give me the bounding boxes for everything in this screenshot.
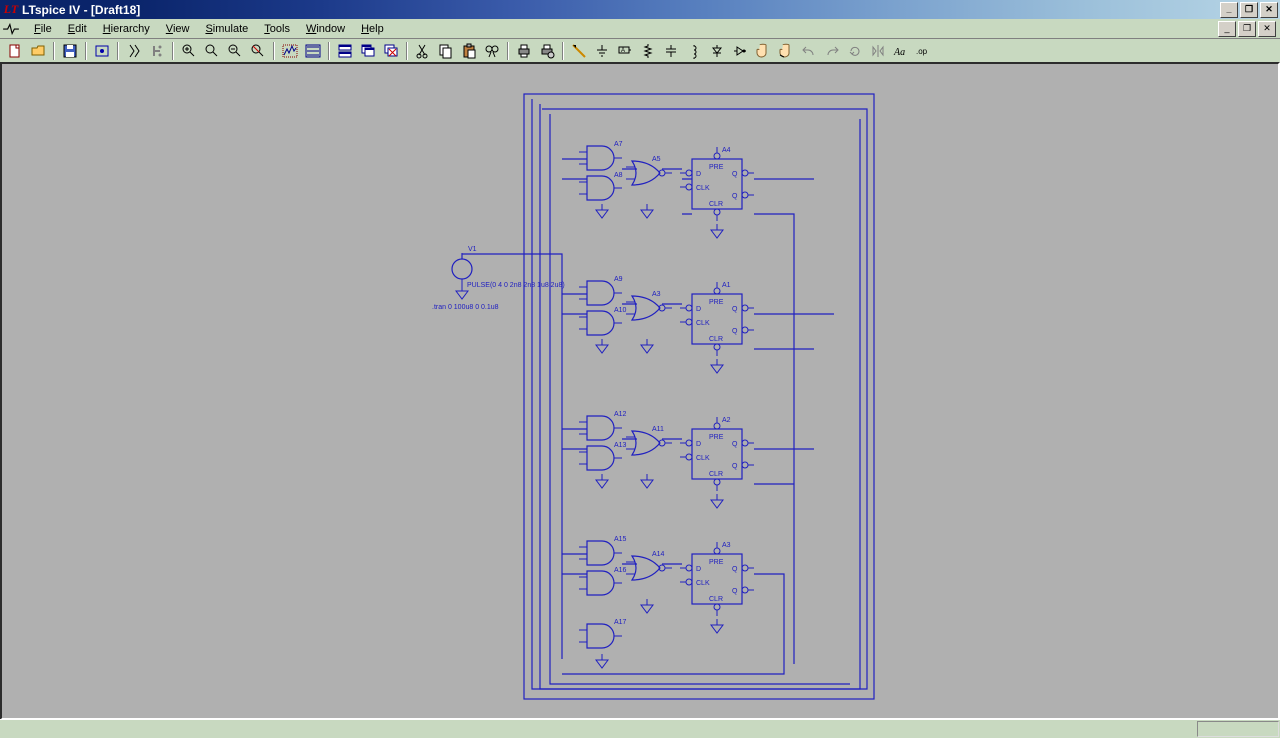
spice-directive-icon[interactable]: .op (913, 40, 935, 62)
redo-icon[interactable] (821, 40, 843, 62)
ref-a17: A17 (614, 619, 626, 626)
ref-a9: A9 (614, 276, 623, 283)
schematic-icon (2, 21, 20, 37)
tile-icon[interactable] (334, 40, 356, 62)
diode-icon[interactable] (706, 40, 728, 62)
ref-a16: A16 (614, 567, 626, 574)
ground-icon[interactable] (591, 40, 613, 62)
minimize-button[interactable]: _ (1220, 2, 1238, 18)
schematic-canvas[interactable]: D CLK Q Q PRE CLR (0, 62, 1280, 720)
paste-icon[interactable] (458, 40, 480, 62)
undo-icon[interactable] (798, 40, 820, 62)
component-icon[interactable] (729, 40, 751, 62)
ref-a10: A10 (614, 307, 626, 314)
print-icon[interactable] (513, 40, 535, 62)
schematic-drawing: D CLK Q Q PRE CLR (2, 64, 1278, 706)
ref-a4: A4 (722, 147, 731, 154)
menu-hierarchy[interactable]: Hierarchy (95, 21, 158, 37)
text-icon[interactable]: Aa (890, 40, 912, 62)
ref-a8: A8 (614, 172, 623, 179)
ref-a5: A5 (652, 156, 661, 163)
status-bar (0, 719, 1280, 738)
resistor-icon[interactable] (637, 40, 659, 62)
save-icon[interactable] (59, 40, 81, 62)
mdi-close-button[interactable]: ✕ (1258, 21, 1276, 37)
move-icon[interactable] (752, 40, 774, 62)
vsource-ref: V1 (468, 246, 477, 253)
ref-a3: A3 (652, 291, 661, 298)
tran-directive: .tran 0 100u8 0 0.1u8 (432, 304, 499, 311)
run-icon[interactable] (123, 40, 145, 62)
print-setup-icon[interactable] (536, 40, 558, 62)
copy-icon[interactable] (435, 40, 457, 62)
zoom-out-icon[interactable] (224, 40, 246, 62)
svg-text:.op: .op (916, 47, 928, 56)
maximize-button[interactable]: ❐ (1240, 2, 1258, 18)
ref-a11: A11 (652, 426, 664, 433)
svg-text:Aa: Aa (893, 47, 905, 58)
autorange-icon[interactable] (302, 40, 324, 62)
inductor-icon[interactable] (683, 40, 705, 62)
menu-bar: File Edit Hierarchy View Simulate Tools … (0, 19, 1280, 39)
zoom-in-icon[interactable] (178, 40, 200, 62)
menu-edit[interactable]: Edit (60, 21, 95, 37)
app-logo-icon: LT (3, 2, 19, 18)
window-title: LTspice IV - [Draft18] (22, 3, 1220, 17)
ref-a3b: A3 (722, 542, 731, 549)
menu-file[interactable]: File (26, 21, 60, 37)
cascade-icon[interactable] (357, 40, 379, 62)
find-icon[interactable] (481, 40, 503, 62)
close-all-icon[interactable] (380, 40, 402, 62)
ref-a7: A7 (614, 141, 623, 148)
status-cell (1197, 721, 1279, 737)
drag-icon[interactable] (775, 40, 797, 62)
ref-a2: A2 (722, 417, 731, 424)
cut-icon[interactable] (412, 40, 434, 62)
pan-icon[interactable] (201, 40, 223, 62)
menu-view[interactable]: View (158, 21, 198, 37)
mirror-icon[interactable] (867, 40, 889, 62)
halt-icon[interactable] (146, 40, 168, 62)
title-bar: LT LTspice IV - [Draft18] _ ❐ ✕ (0, 0, 1280, 19)
label-net-icon[interactable]: A (614, 40, 636, 62)
vsource-params: PULSE(0 4 0 2n8 2n8 1u8 2u8) (467, 282, 565, 289)
capacitor-icon[interactable] (660, 40, 682, 62)
ref-a12: A12 (614, 411, 626, 418)
new-icon[interactable] (4, 40, 26, 62)
open-icon[interactable] (27, 40, 49, 62)
pick-visible-icon[interactable] (279, 40, 301, 62)
mdi-restore-button[interactable]: ❐ (1238, 21, 1256, 37)
ref-a14: A14 (652, 551, 664, 558)
mdi-minimize-button[interactable]: _ (1218, 21, 1236, 37)
toolbar: A Aa .op (0, 39, 1280, 64)
rotate-icon[interactable] (844, 40, 866, 62)
ref-a15: A15 (614, 536, 626, 543)
menu-simulate[interactable]: Simulate (197, 21, 256, 37)
menu-window[interactable]: Window (298, 21, 353, 37)
control-panel-icon[interactable] (91, 40, 113, 62)
menu-help[interactable]: Help (353, 21, 392, 37)
svg-text:A: A (621, 48, 625, 54)
ref-a1: A1 (722, 282, 731, 289)
zoom-fit-icon[interactable] (247, 40, 269, 62)
menu-tools[interactable]: Tools (256, 21, 298, 37)
draw-wire-icon[interactable] (568, 40, 590, 62)
close-button[interactable]: ✕ (1260, 2, 1278, 18)
ref-a13: A13 (614, 442, 626, 449)
